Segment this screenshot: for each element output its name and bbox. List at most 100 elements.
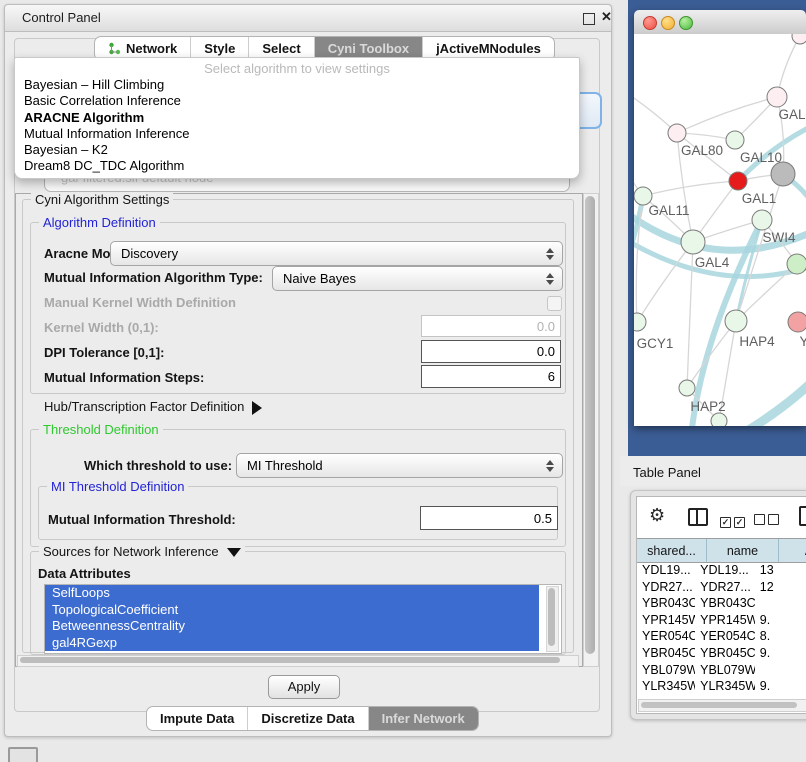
- hub-definition-toggle[interactable]: Hub/Transcription Factor Definition: [44, 399, 262, 415]
- network-node[interactable]: [771, 162, 795, 186]
- tab-label: Infer Network: [382, 711, 465, 726]
- table-row[interactable]: YBR045CYBR045C9.: [637, 645, 806, 662]
- network-node-label: SWI4: [762, 230, 795, 245]
- algorithm-dropdown-popup: Select algorithm to view settings Bayesi…: [14, 57, 580, 179]
- settings-vertical-scrollbar[interactable]: [583, 193, 599, 667]
- tab-impute-data[interactable]: Impute Data: [147, 707, 247, 730]
- data-attributes-list[interactable]: SelfLoopsTopologicalCoefficientBetweenne…: [44, 584, 562, 654]
- attribute-item-gal4rgexp[interactable]: gal4RGexp: [45, 635, 539, 652]
- network-node[interactable]: [634, 313, 646, 331]
- tab-label: Impute Data: [160, 711, 234, 726]
- network-edge[interactable]: [742, 382, 806, 426]
- deselect-all-checkboxes-icon[interactable]: [754, 512, 782, 530]
- select-all-checkboxes-icon[interactable]: ✓✓: [720, 512, 748, 530]
- table-row[interactable]: YLR345WYLR345W9.: [637, 678, 806, 695]
- network-node[interactable]: [681, 230, 705, 254]
- network-node[interactable]: [679, 380, 695, 396]
- algorithm-option-bayesian-k2[interactable]: Bayesian – K2: [15, 142, 579, 158]
- mi-algorithm-type-select[interactable]: Naive Bayes: [272, 266, 563, 291]
- minimize-traffic-light-icon[interactable]: [661, 16, 675, 30]
- close-traffic-light-icon[interactable]: [643, 16, 657, 30]
- table-cell: 9: [755, 695, 806, 698]
- kernel-width-field[interactable]: [421, 315, 561, 337]
- network-node-label: GAL4: [695, 255, 730, 270]
- network-node[interactable]: [726, 131, 744, 149]
- table-row[interactable]: YDR27...YDR27...12: [637, 579, 806, 596]
- table-row[interactable]: YPR145WYPR145W9.: [637, 612, 806, 629]
- which-threshold-select[interactable]: MI Threshold: [236, 453, 563, 478]
- network-node[interactable]: [711, 413, 727, 426]
- tab-label: Discretize Data: [261, 711, 354, 726]
- table-row[interactable]: YDL19...YDL19...13: [637, 562, 806, 579]
- chevron-right-icon: [252, 401, 262, 415]
- aracne-mode-select[interactable]: Discovery: [110, 241, 563, 266]
- manual-kernel-width-checkbox[interactable]: [547, 296, 562, 311]
- table-cell: YBR045C: [695, 645, 755, 662]
- network-node[interactable]: [787, 254, 806, 274]
- network-node[interactable]: [767, 87, 787, 107]
- which-threshold-label: Which threshold to use:: [84, 458, 232, 473]
- algorithm-option-basic-correlation-inference[interactable]: Basic Correlation Inference: [15, 93, 579, 109]
- network-node[interactable]: [725, 310, 747, 332]
- attribute-item-selfloops[interactable]: SelfLoops: [45, 585, 539, 602]
- network-icon: [108, 42, 121, 55]
- table-cell: YIL052C: [695, 695, 755, 698]
- attribute-item-topologicalcoefficient[interactable]: TopologicalCoefficient: [45, 602, 539, 619]
- column-header-a[interactable]: A: [779, 539, 806, 562]
- table-cell: 13: [755, 562, 806, 579]
- apply-button[interactable]: Apply: [268, 675, 340, 699]
- network-node-label: GCY1: [637, 336, 674, 351]
- table-row[interactable]: YER054CYER054C8.: [637, 628, 806, 645]
- float-window-icon[interactable]: [583, 13, 595, 25]
- table-cell: YBL079W: [637, 662, 695, 679]
- network-node[interactable]: [668, 124, 686, 142]
- algorithm-option-aracne-algorithm[interactable]: ARACNE Algorithm: [15, 110, 579, 126]
- network-node[interactable]: [752, 210, 772, 230]
- sources-group-title[interactable]: Sources for Network Inference: [39, 544, 245, 559]
- network-node-label: GAL10: [740, 150, 782, 165]
- table-row[interactable]: YIL052CYIL052C9: [637, 695, 806, 698]
- table-options-icon[interactable]: [799, 506, 806, 526]
- stepper-icon: [542, 460, 558, 472]
- network-edge[interactable]: [643, 181, 738, 196]
- table-horizontal-scrollbar[interactable]: [638, 699, 806, 712]
- network-graph: GALGAL80GAL10GAL1GAL11SWI4GAL4GCY1HAP4YH…: [634, 34, 806, 426]
- network-node[interactable]: [792, 34, 806, 44]
- algorithm-option-bayesian-hill-climbing[interactable]: Bayesian – Hill Climbing: [15, 77, 579, 93]
- dpi-tolerance-field[interactable]: [421, 340, 561, 363]
- mi-steps-field[interactable]: [421, 365, 561, 388]
- split-columns-icon[interactable]: [688, 508, 708, 526]
- network-edge[interactable]: [687, 321, 736, 388]
- which-threshold-value: MI Threshold: [237, 458, 542, 473]
- column-header-name[interactable]: name: [707, 539, 779, 562]
- table-cell: 9.: [755, 645, 806, 662]
- gear-icon[interactable]: ⚙: [649, 505, 665, 526]
- network-node[interactable]: [729, 172, 747, 190]
- table-panel-title: Table Panel: [633, 465, 701, 480]
- table-row[interactable]: YBR043CYBR043C: [637, 595, 806, 612]
- tab-discretize-data[interactable]: Discretize Data: [247, 707, 367, 730]
- maximize-traffic-light-icon[interactable]: [679, 16, 693, 30]
- chevron-down-icon: [227, 548, 241, 557]
- attribute-item-betweennesscentrality[interactable]: BetweennessCentrality: [45, 618, 539, 635]
- network-window-titlebar: [634, 10, 806, 35]
- settings-horizontal-scrollbar[interactable]: [17, 655, 579, 667]
- network-edge[interactable]: [687, 242, 693, 388]
- network-edge[interactable]: [637, 242, 693, 322]
- mi-threshold-field[interactable]: [420, 506, 558, 530]
- kernel-width-label: Kernel Width (0,1):: [44, 320, 159, 335]
- network-node[interactable]: [788, 312, 806, 332]
- tab-infer-network[interactable]: Infer Network: [368, 707, 478, 730]
- close-icon[interactable]: ✕: [601, 9, 612, 25]
- mi-threshold-label: Mutual Information Threshold:: [48, 512, 236, 527]
- attributes-list-scrollbar[interactable]: [546, 586, 559, 652]
- collapsed-panel-icon[interactable]: [8, 747, 38, 762]
- network-node-label: GAL11: [648, 203, 689, 218]
- algorithm-option-dream8-dc-tdc-algorithm[interactable]: Dream8 DC_TDC Algorithm: [15, 158, 579, 174]
- algorithm-option-mutual-information-inference[interactable]: Mutual Information Inference: [15, 126, 579, 142]
- network-canvas[interactable]: GALGAL80GAL10GAL1GAL11SWI4GAL4GCY1HAP4YH…: [634, 34, 806, 426]
- network-edge[interactable]: [677, 97, 777, 133]
- column-header-shared[interactable]: shared...: [637, 539, 707, 562]
- table-cell: 9.: [755, 678, 806, 695]
- table-row[interactable]: YBL079WYBL079W: [637, 662, 806, 679]
